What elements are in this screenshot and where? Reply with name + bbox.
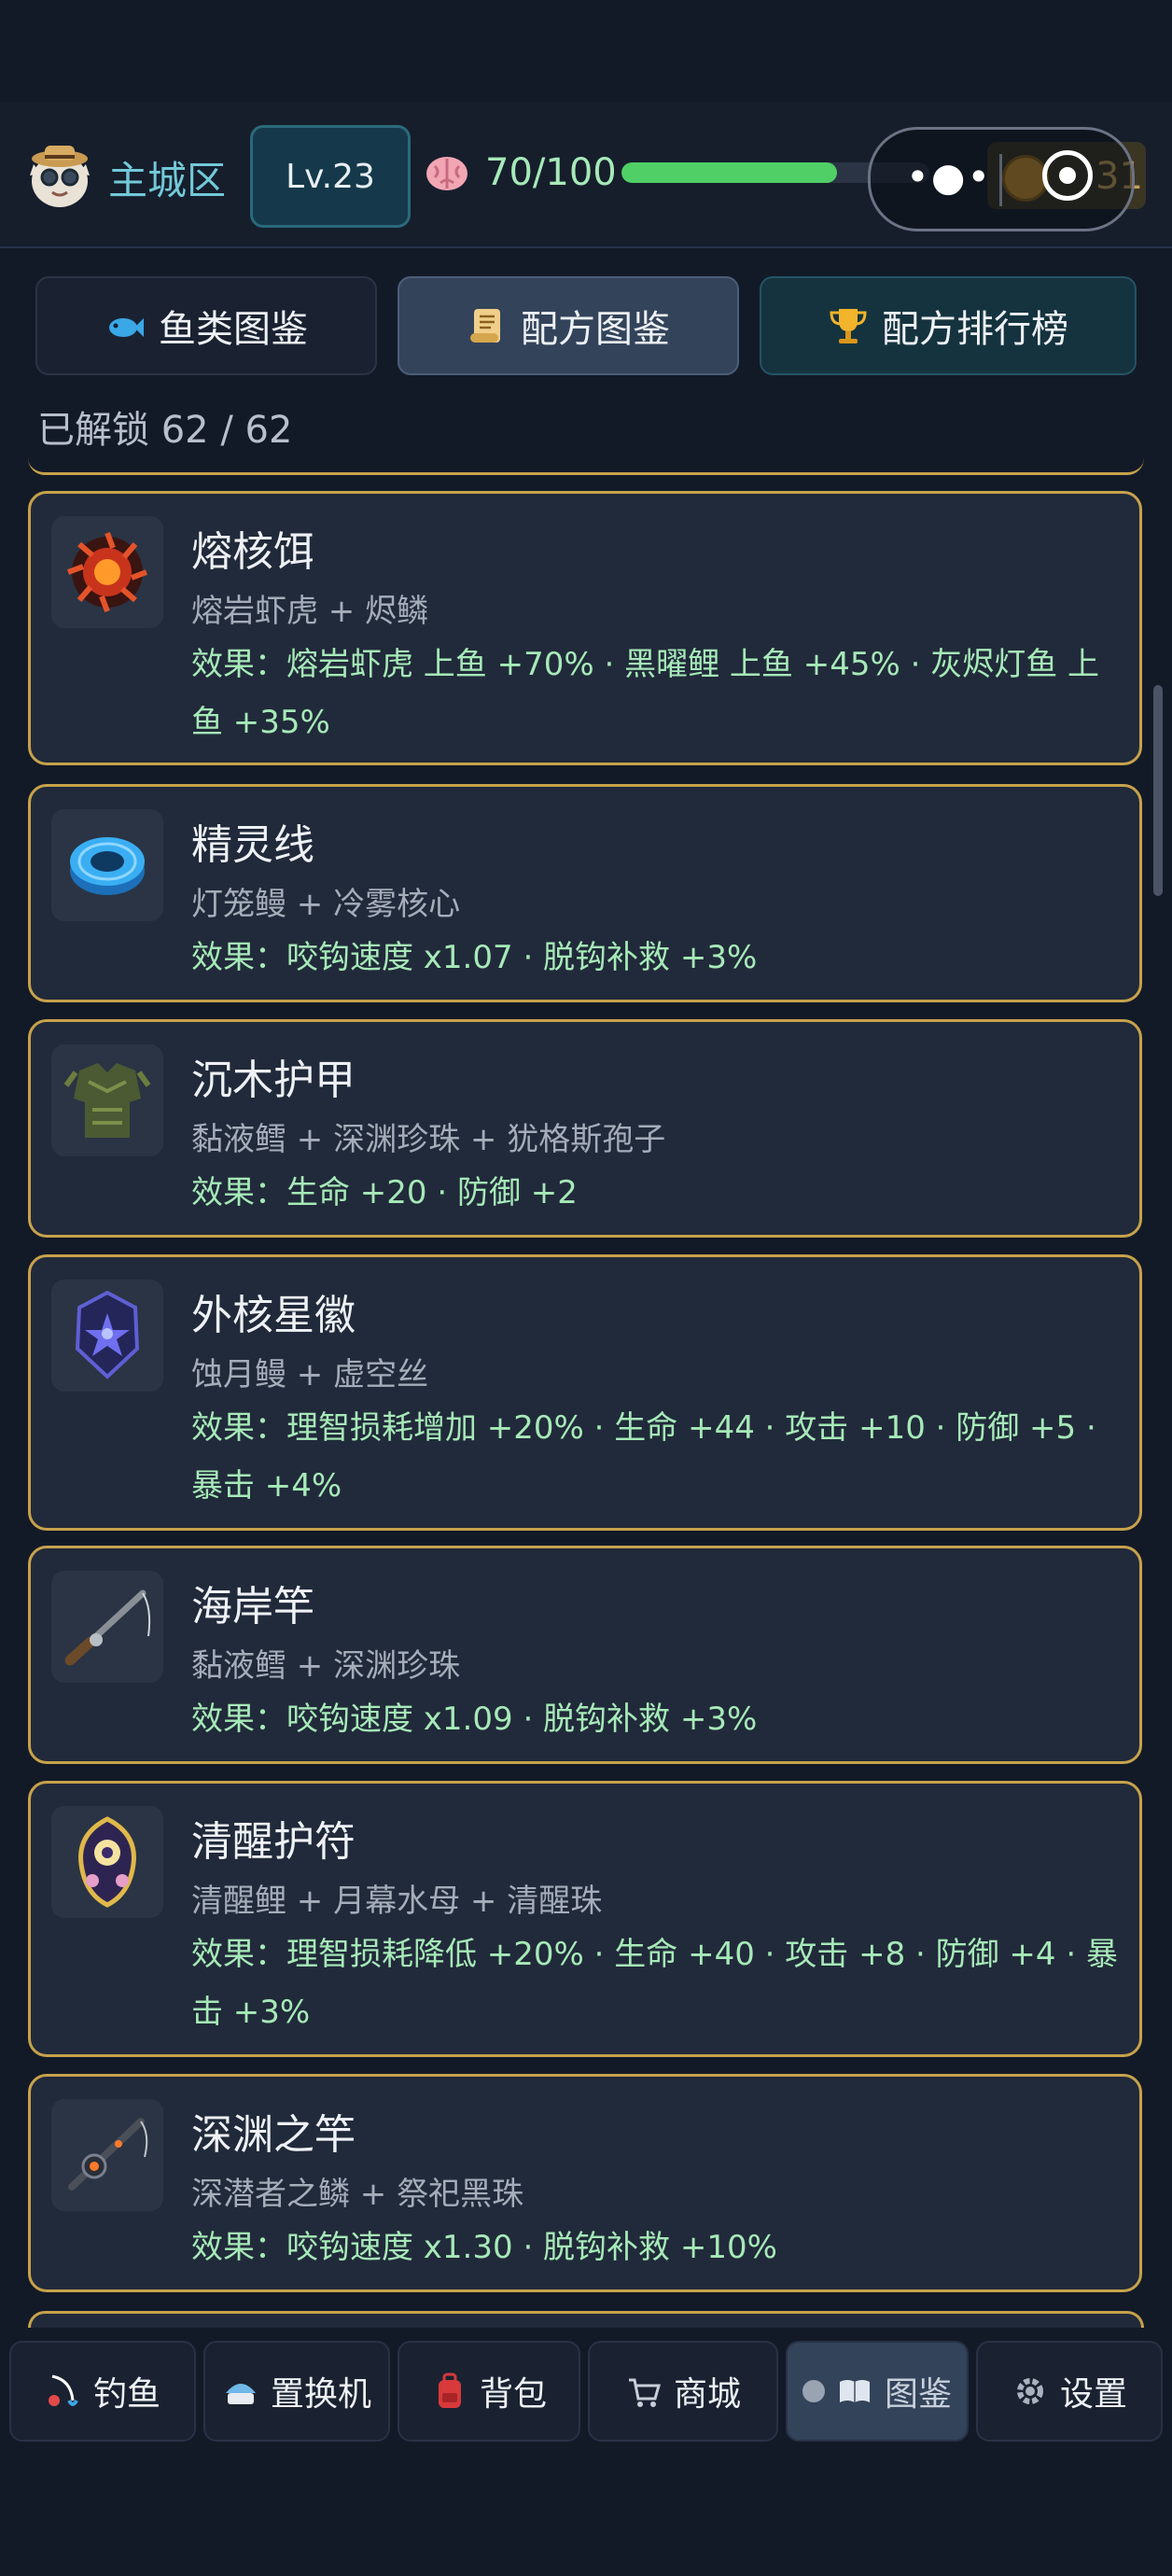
nav-label: 图鉴 (884, 2375, 952, 2414)
recipe-ingredients: 深潜者之鳞 + 祭祀黑珠 (191, 2176, 524, 2213)
nav-label: 背包 (479, 2375, 547, 2414)
recipe-ingredients: 灯笼鳗 + 冷雾核心 (191, 886, 461, 923)
scrollbar-thumb[interactable] (1153, 685, 1163, 896)
previous-card-edge (28, 454, 1144, 475)
tab-recipe-codex[interactable]: 配方图鉴 (398, 276, 739, 375)
recipe-ingredients: 黏液鳕 + 深渊珍珠 + 犹格斯孢子 (191, 1121, 666, 1158)
zone-name: 主城区 (108, 158, 227, 203)
nav-label: 商城 (673, 2375, 741, 2414)
nav-label: 置换机 (270, 2375, 371, 2414)
recipe-card[interactable]: 精灵线 灯笼鳗 + 冷雾核心 效果：咬钩速度 x1.07 · 脱钩补救 +3% (28, 784, 1142, 1002)
tab-label: 鱼类图鉴 (159, 308, 308, 351)
nav-label: 钓鱼 (92, 2375, 160, 2414)
recipe-name: 沉木护甲 (191, 1057, 356, 1104)
recipe-effect: 效果：咬钩速度 x1.07 · 脱钩补救 +3% (191, 939, 758, 976)
recipe-effect: 效果：生命 +20 · 防御 +2 (191, 1174, 578, 1211)
codex-tabs: 鱼类图鉴 配方图鉴 配方排行榜 (35, 276, 1137, 377)
coast-rod-icon (51, 1571, 163, 1683)
recipe-effect: 效果：咬钩速度 x1.30 · 脱钩补救 +10% (191, 2229, 777, 2266)
recipe-effect: 效果：熔岩虾虎 上鱼 +70% · 黑曜鲤 上鱼 +45% · 灰烬灯鱼 上鱼 … (191, 646, 1099, 741)
level-badge: Lv.23 (250, 125, 411, 228)
backpack-icon (431, 2373, 468, 2410)
tab-label: 配方图鉴 (521, 308, 670, 351)
recipe-card[interactable]: 深渊之竿 深潜者之鳞 + 祭祀黑珠 效果：咬钩速度 x1.30 · 脱钩补救 +… (28, 2074, 1142, 2292)
fishing-icon (45, 2373, 82, 2410)
tab-recipe-ranking[interactable]: 配方排行榜 (760, 276, 1137, 375)
recipe-card[interactable]: 清醒护符 清醒鲤 + 月幕水母 + 清醒珠 效果：理智损耗降低 +20% · 生… (28, 1781, 1142, 2057)
recipe-effect: 效果：理智损耗增加 +20% · 生命 +44 · 攻击 +10 · 防御 +5… (191, 1409, 1096, 1505)
scroll-icon (467, 305, 508, 346)
recipe-name: 熔核饵 (191, 528, 314, 576)
active-dot (802, 2380, 825, 2402)
nav-label: 设置 (1059, 2375, 1127, 2414)
tab-label: 配方排行榜 (882, 308, 1068, 351)
recipe-card[interactable]: 外核星徽 蚀月鳗 + 虚空丝 效果：理智损耗增加 +20% · 生命 +44 ·… (28, 1254, 1142, 1531)
recipe-effect: 效果：理智损耗降低 +20% · 生命 +40 · 攻击 +8 · 防御 +4 … (191, 1936, 1118, 2031)
capsule-divider (999, 154, 1002, 206)
sanity-value: 70/100 (485, 151, 617, 194)
machine-icon (222, 2373, 259, 2410)
nav-backpack[interactable]: 背包 (398, 2341, 580, 2442)
nav-shop[interactable]: 商城 (588, 2341, 778, 2442)
tab-fish-codex[interactable]: 鱼类图鉴 (35, 276, 377, 375)
abyss-rod-icon (51, 2099, 163, 2211)
unlock-count: 已解锁 62 / 62 (37, 409, 293, 452)
recipe-name: 外核星徽 (191, 1292, 356, 1339)
recipe-effect: 效果：咬钩速度 x1.09 · 脱钩补救 +3% (191, 1701, 758, 1738)
recipe-name: 海岸竿 (191, 1583, 314, 1631)
mini-program-capsule: •●• (868, 127, 1135, 231)
recipe-ingredients: 蚀月鳗 + 虚空丝 (191, 1356, 429, 1393)
gear-icon (1012, 2373, 1049, 2410)
cart-icon (625, 2373, 663, 2410)
book-icon (836, 2373, 873, 2410)
recipe-card[interactable]: 熔核饵 熔岩虾虎 + 烬鳞 效果：熔岩虾虎 上鱼 +70% · 黑曜鲤 上鱼 +… (28, 491, 1142, 765)
recipe-ingredients: 熔岩虾虎 + 烬鳞 (191, 593, 429, 630)
recipe-ingredients: 黏液鳕 + 深渊珍珠 (191, 1647, 461, 1685)
recipe-name: 清醒护符 (191, 1818, 356, 1866)
more-icon[interactable]: •●• (906, 158, 992, 197)
magma-core-icon (51, 516, 163, 628)
star-emblem-icon (51, 1280, 163, 1392)
close-target-icon[interactable] (1042, 150, 1093, 201)
recipe-ingredients: 清醒鲤 + 月幕水母 + 清醒珠 (191, 1883, 603, 1920)
driftwood-armor-icon (51, 1044, 163, 1156)
nav-fishing[interactable]: 钓鱼 (9, 2341, 196, 2442)
recipe-card[interactable]: 海岸竿 黏液鳕 + 深渊珍珠 效果：咬钩速度 x1.09 · 脱钩补救 +3% (28, 1546, 1142, 1764)
trophy-icon (828, 305, 869, 346)
amulet-icon (51, 1806, 163, 1918)
recipe-name: 精灵线 (191, 821, 314, 869)
nav-codex[interactable]: 图鉴 (786, 2341, 969, 2442)
top-bar: 主城区 Lv.23 70/100 31 •●• (0, 103, 1172, 248)
nav-settings[interactable]: 设置 (976, 2341, 1163, 2442)
sanity-bar-fill (621, 162, 837, 183)
recipe-name: 深渊之竿 (191, 2111, 356, 2159)
brain-icon (424, 149, 470, 196)
nav-exchange-machine[interactable]: 置换机 (203, 2341, 390, 2442)
player-avatar[interactable] (24, 140, 95, 211)
spirit-line-icon (51, 809, 163, 921)
recipe-card[interactable]: 沉木护甲 黏液鳕 + 深渊珍珠 + 犹格斯孢子 效果：生命 +20 · 防御 +… (28, 1019, 1142, 1238)
fish-icon (105, 305, 146, 346)
bottom-nav: 钓鱼 置换机 背包 商城 图鉴 设置 (0, 2328, 1172, 2576)
